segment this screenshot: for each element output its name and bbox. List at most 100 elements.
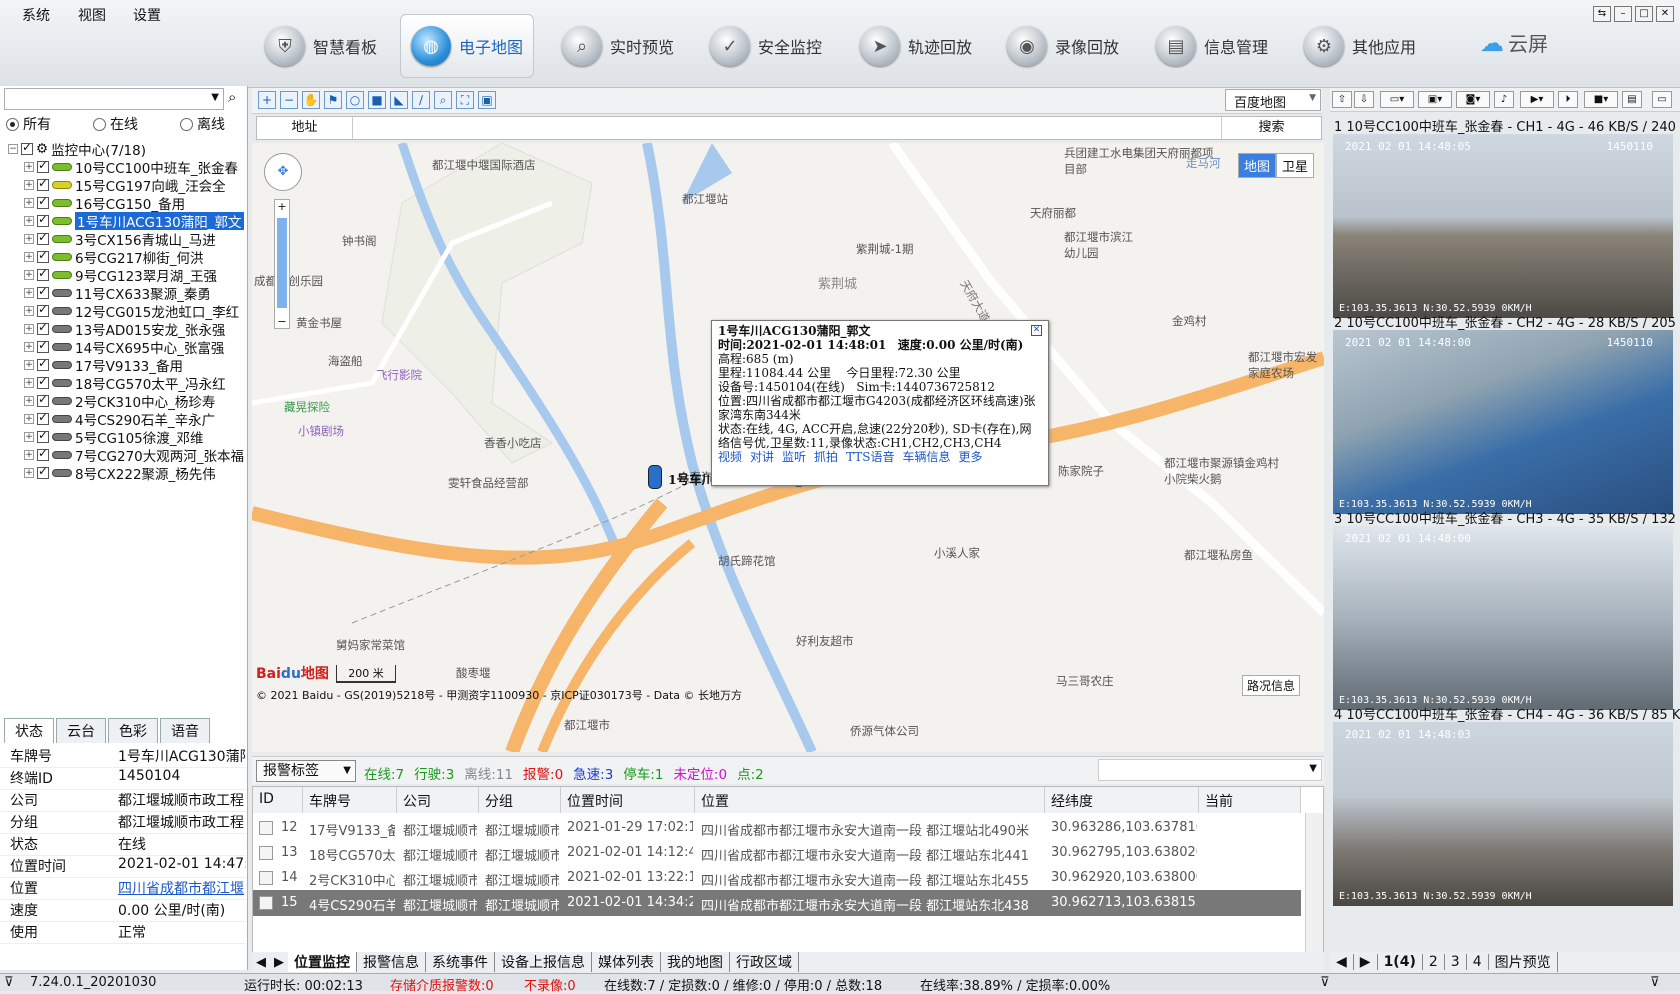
save-icon[interactable]: ▣ xyxy=(478,91,496,109)
popup-link-snapshot[interactable]: 抓拍 xyxy=(814,450,838,464)
bottom-tab[interactable]: 系统事件 xyxy=(426,952,495,972)
close-icon[interactable]: ✕ xyxy=(1031,325,1042,336)
popup-link-vehicle-info[interactable]: 车辆信息 xyxy=(903,450,951,464)
table-header[interactable]: 车牌号 xyxy=(303,787,397,813)
checkbox[interactable] xyxy=(37,284,49,299)
traffic-info-button[interactable]: 路况信息 xyxy=(1242,675,1301,696)
tree-vehicle-item[interactable]: +10号CC100中班车_张金春 xyxy=(8,158,246,176)
checkbox[interactable] xyxy=(37,428,49,443)
clear-icon[interactable]: ▭ xyxy=(1652,91,1672,108)
map-provider-select[interactable]: 百度地图 ▼ xyxy=(1225,89,1321,111)
popup-link-more[interactable]: 更多 xyxy=(959,450,983,464)
camera-icon[interactable]: ◙▾ xyxy=(1456,91,1490,108)
checkbox[interactable] xyxy=(37,410,49,425)
restore-icon[interactable]: ⇆ xyxy=(1593,6,1611,22)
zoom-slider[interactable]: + − xyxy=(274,199,290,329)
bottom-tab[interactable]: 媒体列表 xyxy=(592,952,661,972)
tree-vehicle-item[interactable]: +18号CG570太平_冯永红 xyxy=(8,374,246,392)
pan-icon[interactable]: ✋ xyxy=(302,91,320,109)
popup-link-monitor[interactable]: 监听 xyxy=(782,450,806,464)
bottom-tab[interactable]: 行政区域 xyxy=(730,952,799,972)
play-icon[interactable]: ▶▾ xyxy=(1520,91,1554,108)
tree-vehicle-item[interactable]: +12号CG015龙池虹口_李红 xyxy=(8,302,246,320)
checkbox[interactable] xyxy=(21,140,33,155)
vehicle-search-combo[interactable]: ▼ xyxy=(4,88,224,110)
filter-online-radio[interactable]: 在线 xyxy=(93,114,138,134)
expand-icon[interactable]: + xyxy=(24,216,34,226)
filter-icon[interactable]: ⊽ xyxy=(1320,975,1330,990)
nav-electronic-map[interactable]: ◍ 电子地图 xyxy=(400,14,535,78)
menu-view[interactable]: 视图 xyxy=(78,5,106,25)
layout-icon[interactable]: ▭▾ xyxy=(1380,91,1414,108)
tree-vehicle-item[interactable]: +3号CX156青城山_马进 xyxy=(8,230,246,248)
popup-link-video[interactable]: 视频 xyxy=(718,450,742,464)
video-page-tab[interactable]: 3 xyxy=(1445,954,1467,970)
video-frame[interactable]: 2021 02 01 14:48:05 1450110 E:103.35.3613 … xyxy=(1333,134,1673,318)
upload-icon[interactable]: ⇧ xyxy=(1332,91,1352,108)
close-icon[interactable]: ✕ xyxy=(1656,6,1674,22)
checkbox[interactable] xyxy=(37,176,49,191)
status-count[interactable]: 在线:7 xyxy=(364,763,404,783)
row-checkbox[interactable] xyxy=(259,871,273,885)
tab-color[interactable]: 色彩 xyxy=(108,718,158,743)
checkbox[interactable] xyxy=(37,392,49,407)
expand-icon[interactable]: + xyxy=(24,234,34,244)
speaker-icon[interactable]: ♪ xyxy=(1494,91,1514,108)
tab-status[interactable]: 状态 xyxy=(4,718,54,743)
stop-icon[interactable]: ■▾ xyxy=(1584,91,1618,108)
download-icon[interactable]: ⇩ xyxy=(1354,91,1374,108)
table-header[interactable]: 分组 xyxy=(479,787,561,813)
status-count[interactable]: 急速:3 xyxy=(573,763,613,783)
zoom-in-icon[interactable]: + xyxy=(258,91,276,109)
video-page-tab[interactable]: 图片预览 xyxy=(1489,952,1558,972)
tab-next-icon[interactable]: ▶ xyxy=(270,955,288,970)
tree-vehicle-item[interactable]: +15号CG197向峨_汪会全 xyxy=(8,176,246,194)
table-row[interactable]: 1318号CG570太平都江堰城顺市都江堰城顺市2021-02-01 14:12… xyxy=(253,840,1301,866)
fullscreen-icon[interactable]: ⛶ xyxy=(456,91,474,109)
map-type-satellite[interactable]: 卫星 xyxy=(1276,153,1315,178)
checkbox[interactable] xyxy=(37,446,49,461)
expand-icon[interactable]: + xyxy=(24,162,34,172)
video-frame[interactable]: 2021 02 01 14:48:03 E:103.35.3613 N:30.52… xyxy=(1333,722,1673,906)
tree-vehicle-item[interactable]: +1号车川ACG130蒲阳_郭文 xyxy=(8,212,246,230)
expand-icon[interactable]: + xyxy=(24,198,34,208)
tab-next-icon[interactable]: ▶ xyxy=(1354,954,1378,970)
zoom-out-icon[interactable]: − xyxy=(280,91,298,109)
circle-select-icon[interactable]: ○ xyxy=(346,91,364,109)
row-checkbox[interactable] xyxy=(259,846,273,860)
expand-icon[interactable]: + xyxy=(24,450,34,460)
table-header[interactable]: 当前 xyxy=(1199,787,1301,813)
address-search-button[interactable]: 搜索 xyxy=(1221,117,1321,139)
expand-icon[interactable]: + xyxy=(24,252,34,262)
expand-icon[interactable]: + xyxy=(24,432,34,442)
minimize-icon[interactable]: – xyxy=(1614,6,1632,22)
video-page-tab[interactable]: 4 xyxy=(1467,954,1489,970)
tab-voice[interactable]: 语音 xyxy=(160,718,210,743)
tab-ptz[interactable]: 云台 xyxy=(56,718,106,743)
nav-other-apps[interactable]: ⚙ 其他应用 xyxy=(1294,14,1426,78)
row-checkbox[interactable] xyxy=(259,821,273,835)
bottom-tab[interactable]: 我的地图 xyxy=(661,952,730,972)
expand-icon[interactable]: + xyxy=(24,360,34,370)
video-page-tab[interactable]: 2 xyxy=(1423,954,1445,970)
status-filter-select[interactable]: ▼ xyxy=(1098,759,1322,781)
tree-vehicle-item[interactable]: +13号AD015安龙_张永强 xyxy=(8,320,246,338)
tree-vehicle-item[interactable]: +7号CG270大观两河_张本福 xyxy=(8,446,246,464)
expand-icon[interactable]: + xyxy=(24,270,34,280)
expand-icon[interactable]: + xyxy=(24,468,34,478)
checkbox[interactable] xyxy=(37,320,49,335)
status-count[interactable]: 未定位:0 xyxy=(673,763,727,783)
collapse-icon[interactable]: − xyxy=(8,144,18,154)
checkbox[interactable] xyxy=(37,158,49,173)
status-count[interactable]: 行驶:3 xyxy=(414,763,454,783)
nav-safety-monitor[interactable]: ✓ 安全监控 xyxy=(700,14,832,78)
table-header[interactable]: 经纬度 xyxy=(1045,787,1199,813)
nav-live-preview[interactable]: ⌕ 实时预览 xyxy=(552,14,684,78)
menu-settings[interactable]: 设置 xyxy=(133,5,161,25)
checkbox[interactable] xyxy=(37,212,49,227)
tab-prev-icon[interactable]: ◀ xyxy=(1330,954,1354,970)
alarm-tag-dropdown[interactable]: 报警标签 ▼ xyxy=(256,760,356,782)
zoom-minus-icon[interactable]: − xyxy=(275,315,289,328)
status-count[interactable]: 点:2 xyxy=(737,763,764,783)
flag-icon[interactable]: ⚑ xyxy=(324,91,342,109)
